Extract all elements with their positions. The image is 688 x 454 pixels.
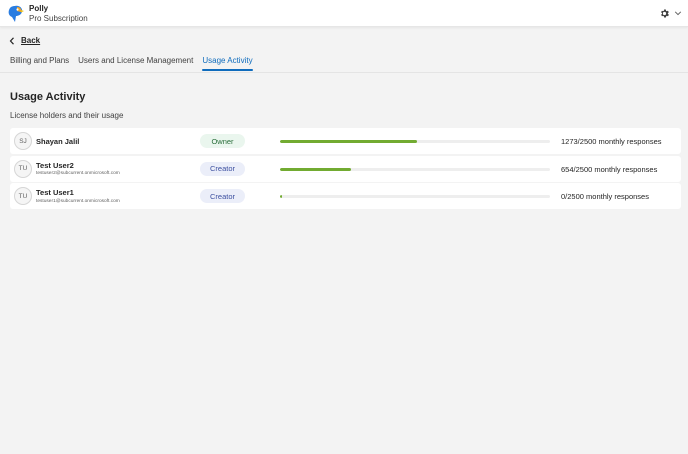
role-badge: Owner	[200, 134, 245, 148]
gear-icon	[661, 8, 669, 18]
polly-logo-icon	[8, 5, 24, 23]
app-header: Polly Pro Subscription	[0, 0, 688, 27]
usage-progress-bar	[280, 167, 550, 171]
subscription-name: Pro Subscription	[29, 14, 88, 23]
tab-divider	[0, 72, 688, 73]
page-title: Usage Activity	[10, 91, 86, 103]
tab-users-and-license-management[interactable]: Users and License Management	[78, 56, 193, 72]
user-email: testuser1@subcurrent.onmicrosoft.com	[36, 198, 120, 204]
avatar: SJ	[14, 132, 32, 150]
list-item: TU Test User2 testuser2@subcurrent.onmic…	[10, 155, 681, 182]
usage-progress-fill	[280, 195, 282, 198]
list-item: TU Test User1 testuser1@subcurrent.onmic…	[10, 183, 681, 209]
page-subtitle: License holders and their usage	[10, 111, 124, 120]
back-label: Back	[21, 36, 41, 45]
usage-text: 0/2500 monthly responses	[561, 192, 649, 201]
usage-text: 654/2500 monthly responses	[561, 164, 658, 174]
usage-progress-fill	[280, 140, 418, 143]
user-name: Shayan Jalil	[36, 137, 80, 146]
avatar: TU	[14, 159, 32, 178]
tab-billing-and-plans[interactable]: Billing and Plans	[10, 56, 69, 72]
chevron-left-icon	[9, 36, 14, 45]
usage-list: SJ Shayan Jalil Owner 1273/2500 monthly …	[10, 128, 681, 211]
app-name: Polly	[29, 4, 49, 13]
settings-menu[interactable]	[659, 6, 682, 20]
list-item: SJ Shayan Jalil Owner 1273/2500 monthly …	[10, 128, 681, 154]
tab-usage-activity[interactable]: Usage Activity	[202, 56, 253, 72]
usage-progress-fill	[280, 167, 351, 171]
role-badge: Creator	[200, 161, 245, 176]
usage-progress-bar	[280, 195, 550, 198]
usage-text: 1273/2500 monthly responses	[561, 137, 662, 146]
user-name: Test User2	[36, 160, 74, 170]
user-name: Test User1	[36, 188, 74, 197]
user-email: testuser2@subcurrent.onmicrosoft.com	[36, 171, 120, 176]
tab-bar: Billing and Plans Users and License Mana…	[10, 56, 253, 72]
chevron-down-icon	[674, 11, 682, 16]
role-badge: Creator	[200, 189, 245, 203]
back-link[interactable]: Back	[9, 36, 40, 45]
usage-progress-bar	[280, 140, 550, 143]
avatar: TU	[14, 187, 32, 205]
